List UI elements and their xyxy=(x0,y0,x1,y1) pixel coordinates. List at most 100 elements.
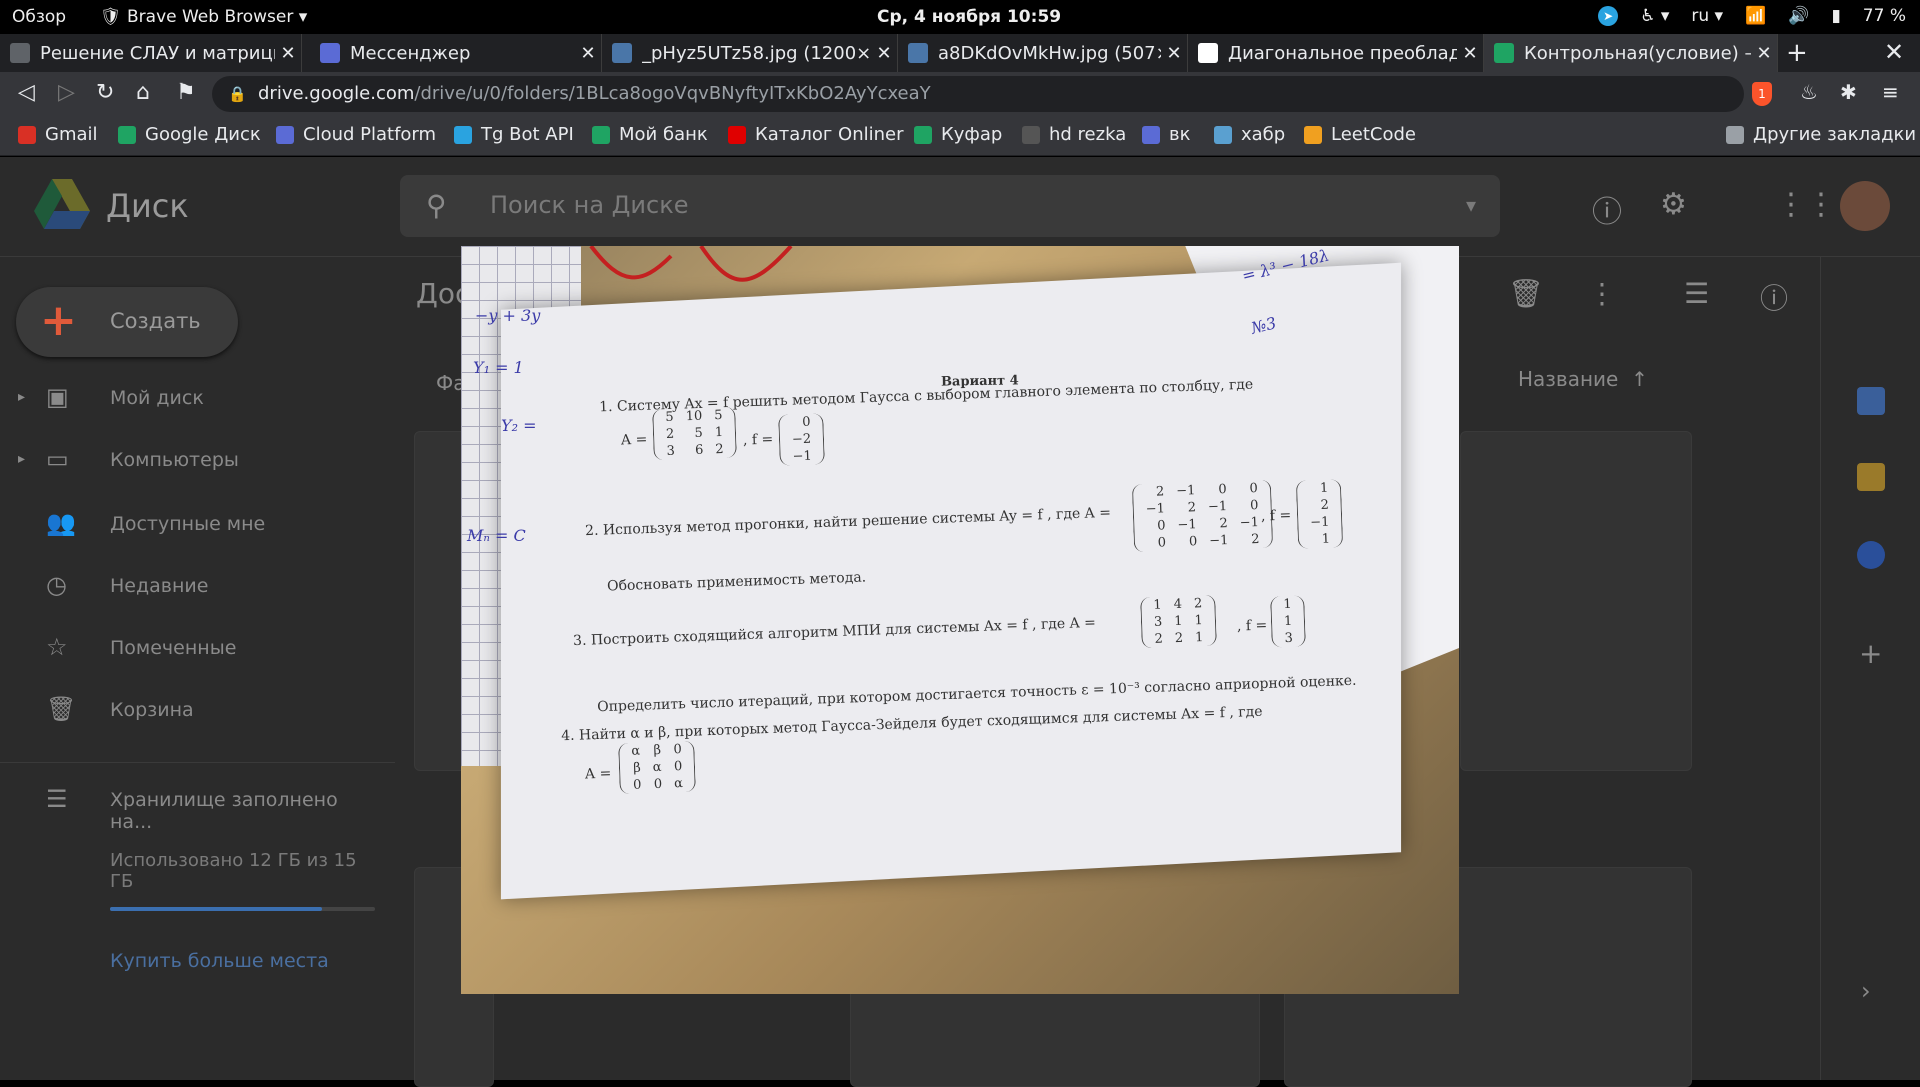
language-indicator[interactable]: ru ▾ xyxy=(1691,6,1723,26)
matrix-cell: 0 xyxy=(1188,534,1198,550)
file-card[interactable] xyxy=(1460,431,1692,771)
bookmark-item[interactable]: Каталог Onliner xyxy=(728,124,903,145)
home-icon[interactable]: ⌂ xyxy=(136,80,150,105)
sidebar-item[interactable]: 👥 Доступные мне xyxy=(0,503,380,549)
expand-arrow-icon[interactable]: ▸ xyxy=(18,451,25,467)
bookmark-item[interactable]: Tg Bot API xyxy=(454,124,574,145)
matrix-cell: 3 xyxy=(1284,630,1294,647)
accessibility-icon[interactable]: ♿ ▾ xyxy=(1640,6,1669,26)
calendar-icon[interactable] xyxy=(1857,387,1885,415)
address-bar[interactable]: 🔒 drive.google.com/drive/u/0/folders/1BL… xyxy=(212,76,1744,112)
app-menu[interactable]: 🛡 Brave Web Browser ▾ xyxy=(100,7,307,27)
bookmark-item[interactable]: хабр xyxy=(1214,124,1285,145)
tab-close-icon[interactable]: ✕ xyxy=(1457,43,1483,64)
expand-panel-icon[interactable]: › xyxy=(1861,977,1871,1005)
buy-storage-link[interactable]: Купить больше места xyxy=(110,950,329,972)
more-options-icon[interactable]: ⋮ xyxy=(1588,277,1616,310)
sort-by-name[interactable]: Название ↑ xyxy=(1518,367,1648,391)
tab[interactable]: Решение СЛАУ и матриць ✕ xyxy=(0,34,302,72)
sidebar-item[interactable]: ◷ Недавние xyxy=(0,565,380,611)
tab-close-icon[interactable]: ✕ xyxy=(575,43,601,64)
rewards-icon[interactable]: ♨ xyxy=(1800,80,1818,104)
sidebar-item[interactable]: ▸ ▣ Мой диск xyxy=(0,377,380,423)
tab-close-icon[interactable]: ✕ xyxy=(1751,43,1777,64)
bookmark-item[interactable]: Gmail xyxy=(18,124,98,145)
tab[interactable]: Контрольная(условие) – С ✕ xyxy=(1484,34,1778,72)
leetcode-icon xyxy=(1304,125,1322,144)
bookmark-item[interactable]: Куфар xyxy=(914,124,1002,145)
task-4-a-label: A = xyxy=(584,765,612,783)
extensions-icon[interactable]: ✱ xyxy=(1840,80,1857,104)
expand-arrow-icon[interactable]: ▸ xyxy=(18,389,25,405)
tasks-icon[interactable] xyxy=(1857,541,1885,569)
system-tray[interactable]: ➤ ♿ ▾ ru ▾ 📶 🔊 ▮ 77 % xyxy=(1598,6,1906,26)
bookmark-label: Tg Bot API xyxy=(481,124,574,145)
tab[interactable]: Диагональное преоблада ✕ xyxy=(1188,34,1484,72)
settings-icon[interactable]: ⚙ xyxy=(1660,187,1687,222)
handwritten-note: Mₙ = C xyxy=(467,526,526,545)
tab-close-icon[interactable]: ✕ xyxy=(871,43,897,64)
bookmark-item[interactable]: hd rezka xyxy=(1022,124,1126,145)
tab-close-icon[interactable]: ✕ xyxy=(1161,43,1187,64)
search-icon[interactable]: ⚲ xyxy=(426,189,447,222)
battery-icon[interactable]: ▮ xyxy=(1831,6,1840,26)
sidebar-item[interactable]: 🗑 Корзина xyxy=(0,689,380,735)
avatar[interactable] xyxy=(1840,181,1890,231)
sidebar-item[interactable]: ☆ Помеченные xyxy=(0,627,380,673)
info-icon[interactable]: ⓘ xyxy=(1760,277,1788,317)
wifi-icon[interactable]: 📶 xyxy=(1745,6,1766,26)
new-tab-button[interactable]: + xyxy=(1786,38,1808,68)
tab-title: Контрольная(условие) – С xyxy=(1524,42,1751,64)
image-preview[interactable]: Вариант 4 1. Систему Ax = f решить метод… xyxy=(461,246,1459,994)
bookmark-label: вк xyxy=(1169,124,1191,145)
menu-icon[interactable]: ≡ xyxy=(1882,80,1899,104)
clock[interactable]: Ср, 4 ноября 10:59 xyxy=(877,7,1061,27)
window-close-button[interactable]: ✕ xyxy=(1884,38,1904,66)
drive-search[interactable]: ⚲ Поиск на Диске ▾ xyxy=(400,175,1500,237)
other-bookmarks[interactable]: Другие закладки xyxy=(1726,124,1916,145)
tab[interactable]: Мессенджер ✕ xyxy=(310,34,602,72)
drive-logo-icon[interactable] xyxy=(34,179,90,229)
bookmark-item[interactable]: LeetCode xyxy=(1304,124,1416,145)
lock-icon[interactable]: 🔒 xyxy=(228,76,247,112)
bookmark-icon[interactable]: ⚑ xyxy=(176,80,196,105)
keep-icon[interactable] xyxy=(1857,463,1885,491)
matrix-cell: −2 xyxy=(791,431,812,448)
storage-item[interactable]: ☰ Хранилище заполнено на... xyxy=(0,779,380,833)
bookmark-item[interactable]: Мой банк xyxy=(592,124,708,145)
sidebar-item[interactable]: ▸ ▭ Компьютеры xyxy=(0,439,380,485)
forward-icon[interactable]: ▷ xyxy=(58,80,75,105)
apps-grid-icon[interactable]: ⋮⋮ xyxy=(1776,187,1836,222)
file-card[interactable] xyxy=(850,987,1260,1087)
trash-icon[interactable]: 🗑 xyxy=(1508,277,1544,310)
tab-close-icon[interactable]: ✕ xyxy=(275,43,301,64)
sidebar-item-label: Доступные мне xyxy=(110,513,266,535)
plus-icon: + xyxy=(40,295,77,346)
reload-icon[interactable]: ↻ xyxy=(96,80,114,105)
telegram-tray-icon[interactable]: ➤ xyxy=(1598,6,1619,26)
add-addon-icon[interactable]: + xyxy=(1859,637,1882,670)
doc-icon xyxy=(10,43,30,63)
brave-shields-icon[interactable]: 1 xyxy=(1752,82,1772,106)
activities-button[interactable]: Обзор xyxy=(12,7,66,27)
matrix-cell: 10 xyxy=(685,408,703,425)
bookmark-item[interactable]: вк xyxy=(1142,124,1190,145)
volume-icon[interactable]: 🔊 xyxy=(1788,6,1809,26)
search-options-icon[interactable]: ▾ xyxy=(1466,193,1476,217)
tab[interactable]: a8DKdOvMkHw.jpg (507× ✕ xyxy=(898,34,1188,72)
new-button[interactable]: + Создать xyxy=(16,287,238,357)
task-3-f-label: , f = xyxy=(1236,617,1268,635)
back-icon[interactable]: ◁ xyxy=(18,80,35,105)
bookmark-item[interactable]: Google Диск xyxy=(118,124,261,145)
tab[interactable]: _pHyz5UTz58.jpg (1200×1 ✕ xyxy=(602,34,898,72)
tab-title: _pHyz5UTz58.jpg (1200×1 xyxy=(642,42,871,64)
task-1-matrix-a: 5 10 5 2 5 1 3 6 2 xyxy=(652,406,737,461)
help-icon[interactable]: ⓘ xyxy=(1592,187,1622,231)
bookmark-item[interactable]: Cloud Platform xyxy=(276,124,436,145)
bookmark-label: LeetCode xyxy=(1331,124,1416,145)
drive-title[interactable]: Диск xyxy=(106,187,189,225)
list-view-icon[interactable]: ☰ xyxy=(1684,277,1709,310)
gmail-icon xyxy=(18,125,36,144)
brave-icon: 🛡 xyxy=(100,7,122,27)
bank-icon xyxy=(592,125,610,144)
